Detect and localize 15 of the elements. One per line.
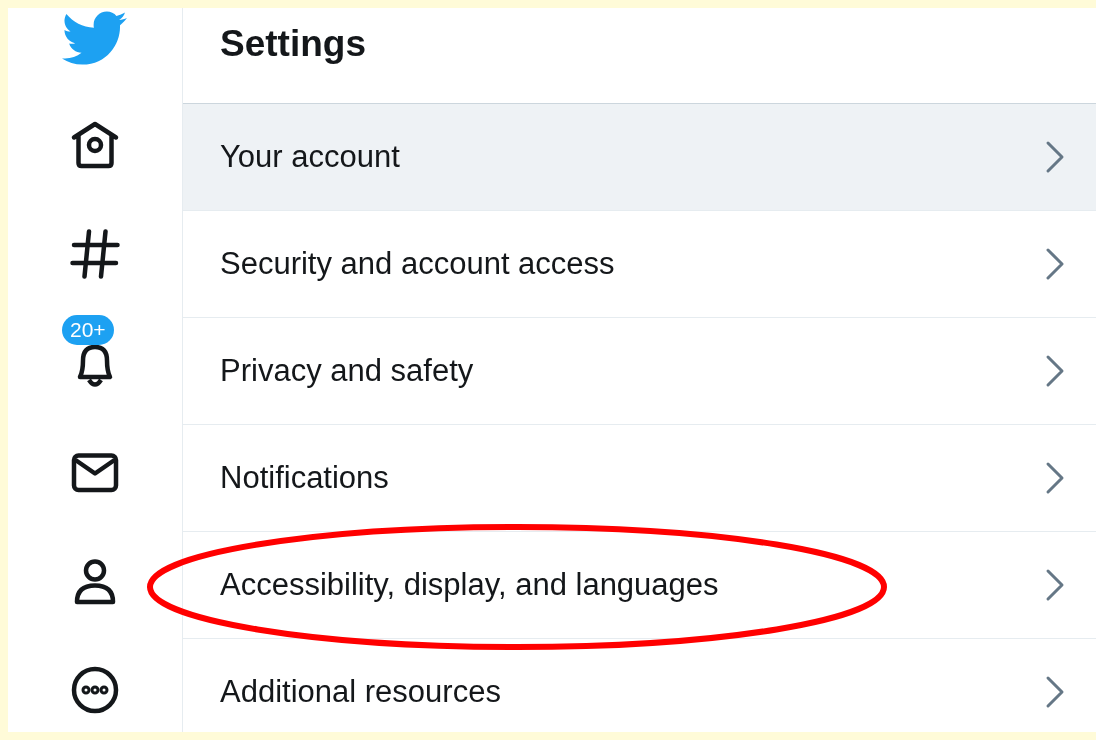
notification-count-badge: 20+: [62, 315, 114, 345]
chevron-right-icon: [1044, 354, 1066, 388]
settings-item[interactable]: Privacy and safety: [183, 318, 1096, 425]
chevron-right-icon: [1044, 675, 1066, 709]
bird-logo-icon[interactable]: [62, 10, 128, 68]
settings-item[interactable]: Additional resources: [183, 639, 1096, 740]
chevron-right-icon: [1044, 247, 1066, 281]
chevron-right-icon: [1044, 461, 1066, 495]
settings-item[interactable]: Notifications: [183, 425, 1096, 532]
settings-item[interactable]: Your account: [183, 104, 1096, 211]
settings-item[interactable]: Security and account access: [183, 211, 1096, 318]
chevron-right-icon: [1044, 140, 1066, 174]
page-title: Settings: [220, 22, 366, 66]
settings-item[interactable]: Accessibility, display, and languages: [183, 532, 1096, 639]
chevron-right-icon: [1044, 568, 1066, 602]
